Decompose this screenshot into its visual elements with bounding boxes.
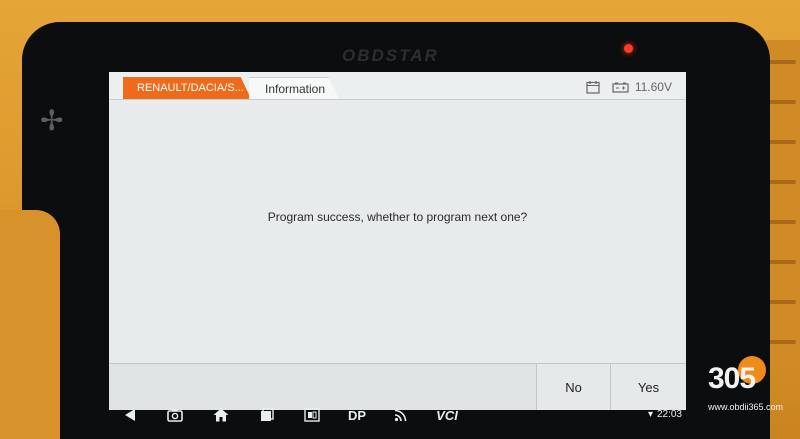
screen: RENAULT/DACIA/S... Information 11.60V Pr… <box>109 72 686 410</box>
battery-icon <box>612 82 629 93</box>
dp-button[interactable]: DP <box>345 405 369 425</box>
watermark-url: www.obdii365.com <box>708 402 784 412</box>
device-bumper <box>0 210 60 439</box>
brand-logo: OBDSTAR <box>342 46 439 65</box>
recent-apps-icon[interactable] <box>257 405 277 425</box>
vci-manager-icon[interactable] <box>301 405 323 425</box>
status-clock: ▾ 22:03 <box>648 409 682 420</box>
clock-time: 22:03 <box>656 409 682 420</box>
watermark-logo: 305 www.obdii365.com <box>708 356 796 414</box>
screenshot-icon[interactable] <box>165 405 185 425</box>
dialog-content: Program success, whether to program next… <box>109 100 686 363</box>
android-nav-bar: DP VCI ▾ 22:03 <box>109 402 686 428</box>
status-area: 11.60V <box>586 78 672 96</box>
tab-vehicle[interactable]: RENAULT/DACIA/S... <box>123 77 251 99</box>
tab-bar: RENAULT/DACIA/S... Information 11.60V <box>109 72 686 100</box>
dialog-message: Program success, whether to program next… <box>267 210 528 224</box>
tab-information[interactable]: Information <box>249 77 339 99</box>
voltage-value: 11.60V <box>634 80 672 94</box>
wifi-icon: ▾ <box>647 409 653 420</box>
home-icon[interactable] <box>211 405 231 425</box>
battery-voltage: 11.60V <box>612 80 672 94</box>
watermark-text: 305 <box>708 362 756 395</box>
back-icon[interactable] <box>121 405 139 425</box>
wireless-icon[interactable] <box>391 405 411 425</box>
vci-button[interactable]: VCI <box>433 405 461 425</box>
side-emblem-icon: ✢ <box>40 105 64 136</box>
power-led <box>624 44 633 53</box>
calendar-icon[interactable] <box>586 80 600 94</box>
